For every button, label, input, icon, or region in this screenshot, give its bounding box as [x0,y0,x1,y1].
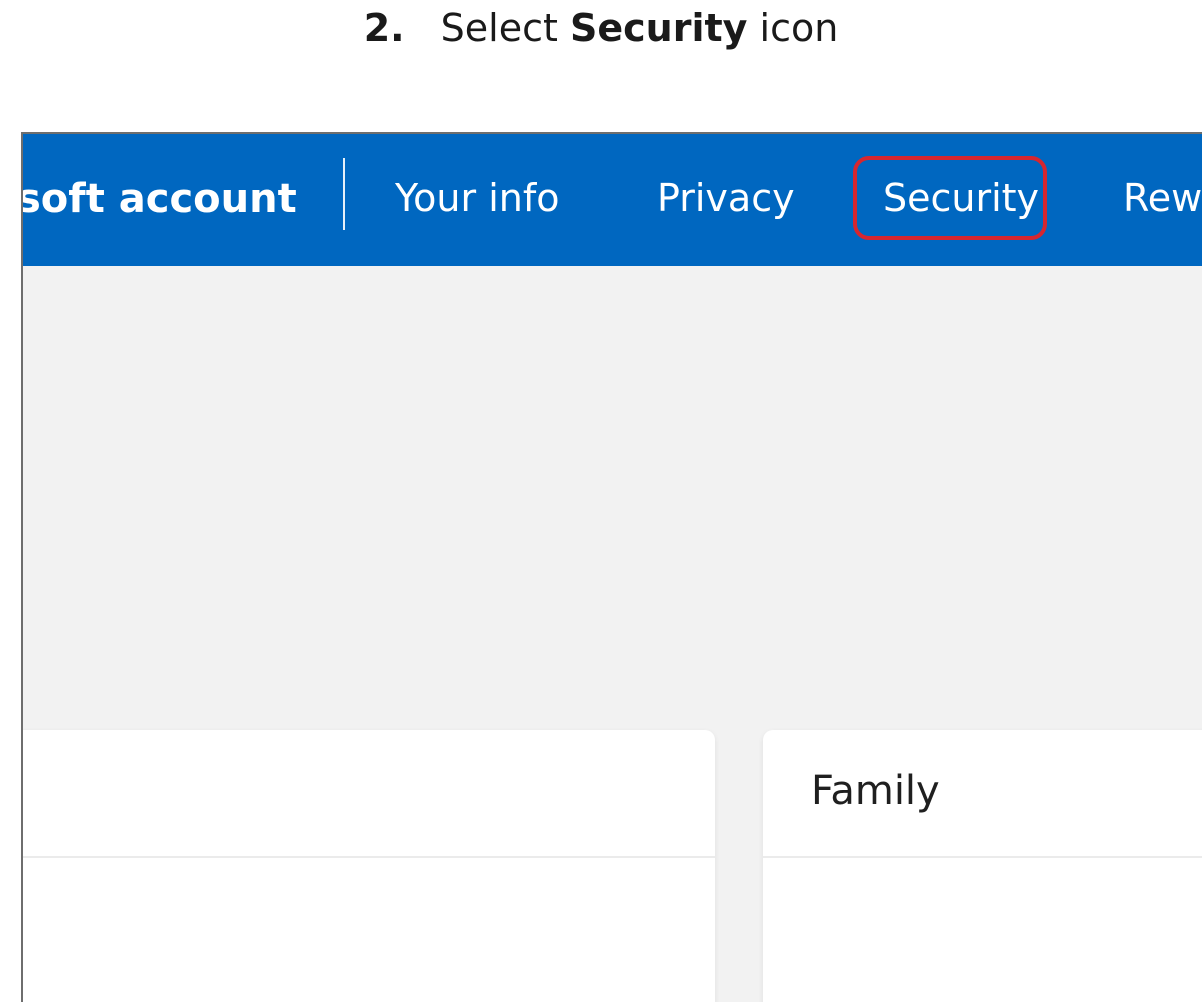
account-brand-title[interactable]: soft account [23,176,297,222]
security-highlight-ring [853,156,1047,240]
card-header [23,730,715,858]
family-card-header: Family [763,730,1202,858]
family-card: Family [763,730,1202,1002]
step-number: 2. [363,6,405,50]
instruction-heading: 2. Select Security icon [0,6,1202,50]
nav-item-your-info[interactable]: Your info [395,176,559,220]
nav-item-rewards[interactable]: Rew [1123,176,1202,220]
content-card-left [23,730,715,1002]
instruction-suffix: icon [759,6,839,50]
top-navigation-bar: soft account Your info Privacy Security … [23,134,1202,266]
nav-item-privacy[interactable]: Privacy [657,176,795,220]
instruction-target: Security [570,6,748,50]
family-card-title: Family [811,768,940,814]
nav-divider [343,158,345,230]
screenshot-frame: soft account Your info Privacy Security … [21,132,1202,1002]
instruction-prefix: Select [440,6,558,50]
